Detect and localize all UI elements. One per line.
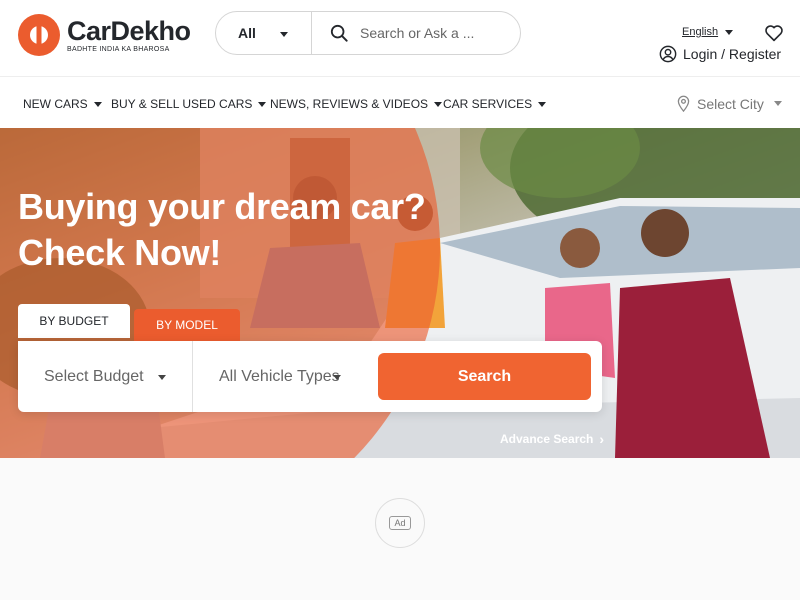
nav-new-cars[interactable]: NEW CARS bbox=[23, 97, 102, 111]
search-category-dropdown[interactable]: All bbox=[216, 12, 312, 54]
city-label: Select City bbox=[697, 95, 764, 112]
nav-car-services[interactable]: CAR SERVICES bbox=[443, 97, 547, 111]
language-selector[interactable]: English bbox=[682, 26, 734, 38]
site-header: CarDekho BADHTE INDIA KA BHAROSA All Eng… bbox=[0, 0, 800, 77]
hero-title-line1: Buying your dream car? bbox=[18, 186, 426, 227]
login-register-link[interactable]: Login / Register bbox=[659, 45, 781, 63]
hero-title-line2: Check Now! bbox=[18, 232, 222, 273]
tab-by-budget[interactable]: BY BUDGET bbox=[18, 304, 130, 338]
car-search-card: Select Budget All Vehicle Types Search bbox=[18, 341, 602, 412]
chevron-down-icon bbox=[434, 101, 443, 107]
advance-search-label: Advance Search bbox=[500, 432, 594, 446]
budget-select-value: Select Budget bbox=[44, 367, 144, 385]
hero-title: Buying your dream car? Check Now! bbox=[18, 184, 426, 276]
logo-tagline: BADHTE INDIA KA BHAROSA bbox=[67, 46, 170, 53]
global-search: All bbox=[215, 11, 521, 55]
city-selector[interactable]: Select City bbox=[676, 95, 782, 112]
cardekho-logo[interactable]: CarDekho BADHTE INDIA KA BHAROSA bbox=[18, 14, 191, 56]
logo-name: CarDekho bbox=[67, 16, 191, 46]
chevron-down-icon bbox=[538, 101, 547, 107]
search-button[interactable]: Search bbox=[378, 353, 591, 400]
vehicle-type-value: All Vehicle Types bbox=[219, 367, 340, 385]
search-category-label: All bbox=[238, 25, 256, 41]
nav-news-reviews-videos[interactable]: NEWS, REVIEWS & VIDEOS bbox=[270, 97, 443, 111]
advance-search-link[interactable]: Advance Search › bbox=[500, 431, 604, 447]
chevron-down-icon bbox=[725, 29, 734, 35]
hero-banner: Buying your dream car? Check Now! BY BUD… bbox=[0, 128, 800, 458]
login-label: Login / Register bbox=[683, 46, 782, 62]
search-input[interactable] bbox=[360, 25, 520, 41]
divider bbox=[192, 341, 193, 412]
ad-label: Ad bbox=[389, 516, 411, 530]
nav-buy-sell-used-cars[interactable]: BUY & SELL USED CARS bbox=[111, 97, 267, 111]
search-icon[interactable] bbox=[330, 24, 348, 42]
nav-label: NEW CARS bbox=[23, 97, 88, 111]
main-nav: NEW CARS BUY & SELL USED CARS NEWS, REVI… bbox=[0, 77, 800, 128]
nav-label: CAR SERVICES bbox=[443, 97, 533, 111]
tab-by-model[interactable]: BY MODEL bbox=[134, 309, 240, 341]
chevron-down-icon bbox=[280, 32, 288, 37]
chevron-down-icon bbox=[158, 375, 166, 380]
chevron-down-icon bbox=[258, 101, 267, 107]
chevron-right-icon: › bbox=[599, 431, 605, 447]
nav-label: BUY & SELL USED CARS bbox=[111, 97, 253, 111]
user-circle-icon bbox=[659, 45, 677, 63]
cardekho-logo-icon bbox=[18, 14, 60, 56]
chevron-down-icon bbox=[93, 101, 102, 107]
nav-label: NEWS, REVIEWS & VIDEOS bbox=[270, 97, 429, 111]
budget-select[interactable]: Select Budget bbox=[44, 341, 194, 412]
chevron-down-icon bbox=[773, 101, 782, 106]
ad-placeholder: Ad bbox=[375, 498, 425, 548]
vehicle-type-select[interactable]: All Vehicle Types bbox=[219, 341, 369, 412]
language-label: English bbox=[682, 26, 719, 38]
heart-icon[interactable] bbox=[764, 24, 784, 42]
chevron-down-icon bbox=[333, 375, 341, 380]
location-pin-icon bbox=[677, 95, 690, 112]
